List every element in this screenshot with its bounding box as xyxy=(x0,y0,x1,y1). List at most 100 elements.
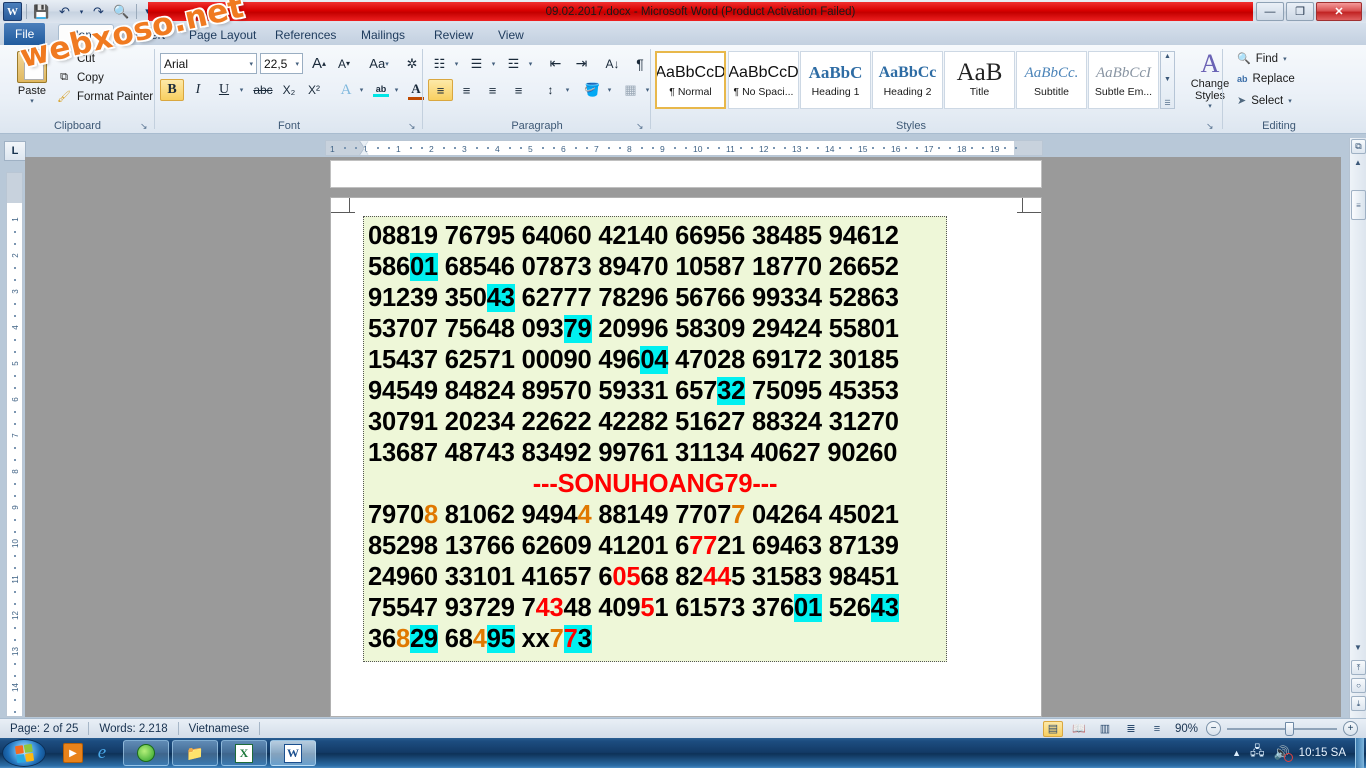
unikey-task-button[interactable] xyxy=(123,740,169,766)
style-heading-1[interactable]: AaBbC Heading 1 xyxy=(800,51,871,109)
scroll-down-icon[interactable]: ▼ xyxy=(1354,643,1362,652)
document-page[interactable]: 08819 76795 64060 42140 66956 38485 9461… xyxy=(330,197,1042,717)
scroll-up-icon[interactable]: ▲ xyxy=(1354,158,1362,167)
network-icon[interactable]: 🖧 xyxy=(1250,742,1265,764)
explorer-task-button[interactable]: 📁 xyxy=(172,740,218,766)
shading-button[interactable]: 🪣 xyxy=(581,79,604,101)
word-logo-icon[interactable]: W xyxy=(3,2,22,21)
style-subtle-emphasis[interactable]: AaBbCcI Subtle Em... xyxy=(1088,51,1159,109)
more-styles-icon[interactable]: ☰ xyxy=(1164,99,1170,107)
internet-explorer-icon[interactable]: e xyxy=(89,740,115,766)
shading-dropdown-icon[interactable]: ▾ xyxy=(604,79,615,101)
previous-page-icon[interactable]: ⤒ xyxy=(1351,660,1366,675)
vertical-ruler[interactable]: 1 2 3 4 5 6 7 8 9 10 11 12 13 14 xyxy=(6,172,23,717)
excel-task-button[interactable]: X xyxy=(221,740,267,766)
undo-dropdown-icon[interactable]: ▾ xyxy=(77,2,86,22)
subscript-button[interactable]: X₂ xyxy=(277,79,301,101)
language-indicator[interactable]: Vietnamese xyxy=(179,719,260,739)
font-dialog-launcher[interactable]: ↘ xyxy=(408,121,419,132)
close-button[interactable]: ✕ xyxy=(1316,2,1362,21)
cut-button[interactable]: ✂ Cut xyxy=(56,49,153,68)
show-hidden-icons-icon[interactable]: ▲ xyxy=(1232,748,1241,758)
justify-button[interactable]: ≡ xyxy=(506,79,531,101)
numbering-button[interactable]: ☰ xyxy=(465,53,488,74)
tab-home[interactable]: Home xyxy=(58,24,115,45)
bold-button[interactable]: B xyxy=(160,79,184,101)
multilevel-dropdown-icon[interactable]: ▾ xyxy=(525,53,536,74)
zoom-in-button[interactable]: + xyxy=(1343,721,1358,736)
bullets-button[interactable]: ☷ xyxy=(428,53,451,74)
undo-icon[interactable]: ↶ xyxy=(54,2,75,22)
view-outline-button[interactable]: ≣ xyxy=(1121,721,1141,737)
clear-formatting-button[interactable]: ✲ xyxy=(400,53,424,74)
align-left-button[interactable]: ≡ xyxy=(428,79,453,101)
underline-dropdown-icon[interactable]: ▾ xyxy=(236,79,247,101)
tab-selector-button[interactable]: L xyxy=(4,141,26,161)
sort-button[interactable]: A↓ xyxy=(600,53,625,74)
browse-object-icon[interactable]: ○ xyxy=(1351,678,1366,693)
tab-file[interactable]: File xyxy=(4,23,46,45)
next-page-icon[interactable]: ⤓ xyxy=(1351,696,1366,711)
scroll-thumb[interactable]: ≡ xyxy=(1351,190,1366,220)
restore-button[interactable]: ❐ xyxy=(1286,2,1314,21)
chevron-down-icon[interactable]: ▾ xyxy=(249,60,253,68)
find-button[interactable]: 🔍 Find ▾ xyxy=(1237,52,1287,66)
select-button[interactable]: ➤ Select ▾ xyxy=(1237,94,1292,108)
style-no-spacing[interactable]: AaBbCcD ¶ No Spaci... xyxy=(728,51,799,109)
strikethrough-button[interactable]: abc xyxy=(250,79,276,101)
decrease-indent-button[interactable]: ⇤ xyxy=(543,53,568,74)
underline-button[interactable]: U xyxy=(212,79,236,101)
tab-references[interactable]: References xyxy=(264,24,347,45)
tab-mailings[interactable]: Mailings xyxy=(350,24,416,45)
word-count[interactable]: Words: 2.218 xyxy=(89,719,177,739)
style-subtitle[interactable]: AaBbCc. Subtitle xyxy=(1016,51,1087,109)
tab-page-layout[interactable]: Page Layout xyxy=(178,24,267,45)
font-size-combo[interactable]: 22,5 ▾ xyxy=(260,53,303,74)
styles-gallery-scroll[interactable]: ▲ ▼ ☰ xyxy=(1160,51,1175,109)
paragraph-dialog-launcher[interactable]: ↘ xyxy=(636,121,647,132)
font-name-combo[interactable]: Arial ▾ xyxy=(160,53,257,74)
find-dropdown-icon[interactable]: ▾ xyxy=(1283,55,1287,63)
show-formatting-marks-button[interactable]: ¶ xyxy=(629,53,651,74)
tab-review[interactable]: Review xyxy=(423,24,484,45)
clipboard-dialog-launcher[interactable]: ↘ xyxy=(140,121,151,132)
start-button[interactable] xyxy=(2,739,46,767)
number-grid-text[interactable]: 08819 76795 64060 42140 66956 38485 9461… xyxy=(363,216,947,662)
change-styles-dropdown-icon[interactable]: ▾ xyxy=(1208,102,1212,110)
italic-button[interactable]: I xyxy=(186,79,210,101)
paste-dropdown-icon[interactable]: ▾ xyxy=(30,97,34,105)
zoom-slider[interactable] xyxy=(1227,721,1337,736)
document-canvas[interactable]: 08819 76795 64060 42140 66956 38485 9461… xyxy=(25,157,1341,717)
styles-dialog-launcher[interactable]: ↘ xyxy=(1206,121,1217,132)
change-case-button[interactable]: Aa ▾ xyxy=(362,53,396,74)
highlight-button[interactable]: ab xyxy=(370,79,392,101)
grow-font-button[interactable]: A ▴ xyxy=(307,53,331,74)
text-effects-button[interactable]: A xyxy=(335,79,357,101)
chevron-down-icon[interactable]: ▾ xyxy=(295,60,299,68)
media-player-icon[interactable]: ▶ xyxy=(60,740,86,766)
borders-button[interactable]: ▦ xyxy=(619,79,642,101)
view-web-layout-button[interactable]: ▥ xyxy=(1095,721,1115,737)
redo-icon[interactable]: ↷ xyxy=(88,2,109,22)
volume-muted-icon[interactable]: 🔊 xyxy=(1273,745,1293,762)
show-desktop-button[interactable] xyxy=(1355,738,1364,768)
print-preview-icon[interactable]: 🔍 xyxy=(111,2,132,22)
multilevel-list-button[interactable]: ☲ xyxy=(502,53,525,74)
scroll-down-icon[interactable]: ▼ xyxy=(1164,76,1171,83)
replace-button[interactable]: ab Replace xyxy=(1237,73,1295,85)
line-spacing-button[interactable]: ↕ xyxy=(539,79,562,101)
style-normal[interactable]: AaBbCcD ¶ Normal xyxy=(655,51,726,109)
bullets-dropdown-icon[interactable]: ▾ xyxy=(451,53,462,74)
tab-view[interactable]: View xyxy=(487,24,535,45)
align-right-button[interactable]: ≡ xyxy=(480,79,505,101)
select-dropdown-icon[interactable]: ▾ xyxy=(1288,97,1292,105)
view-draft-button[interactable]: ≡ xyxy=(1147,721,1167,737)
horizontal-ruler[interactable]: 1 1 1 2 3 4 5 6 7 8 9 10 11 12 13 14 15 16 17 18 19 xyxy=(325,140,1043,156)
view-full-screen-reading-button[interactable]: 📖 xyxy=(1069,721,1089,737)
numbering-dropdown-icon[interactable]: ▾ xyxy=(488,53,499,74)
align-center-button[interactable]: ≡ xyxy=(454,79,479,101)
save-icon[interactable]: 💾 xyxy=(31,2,52,22)
highlight-dropdown-icon[interactable]: ▾ xyxy=(391,79,402,101)
increase-indent-button[interactable]: ⇥ xyxy=(569,53,594,74)
zoom-percentage[interactable]: 90% xyxy=(1175,723,1198,735)
